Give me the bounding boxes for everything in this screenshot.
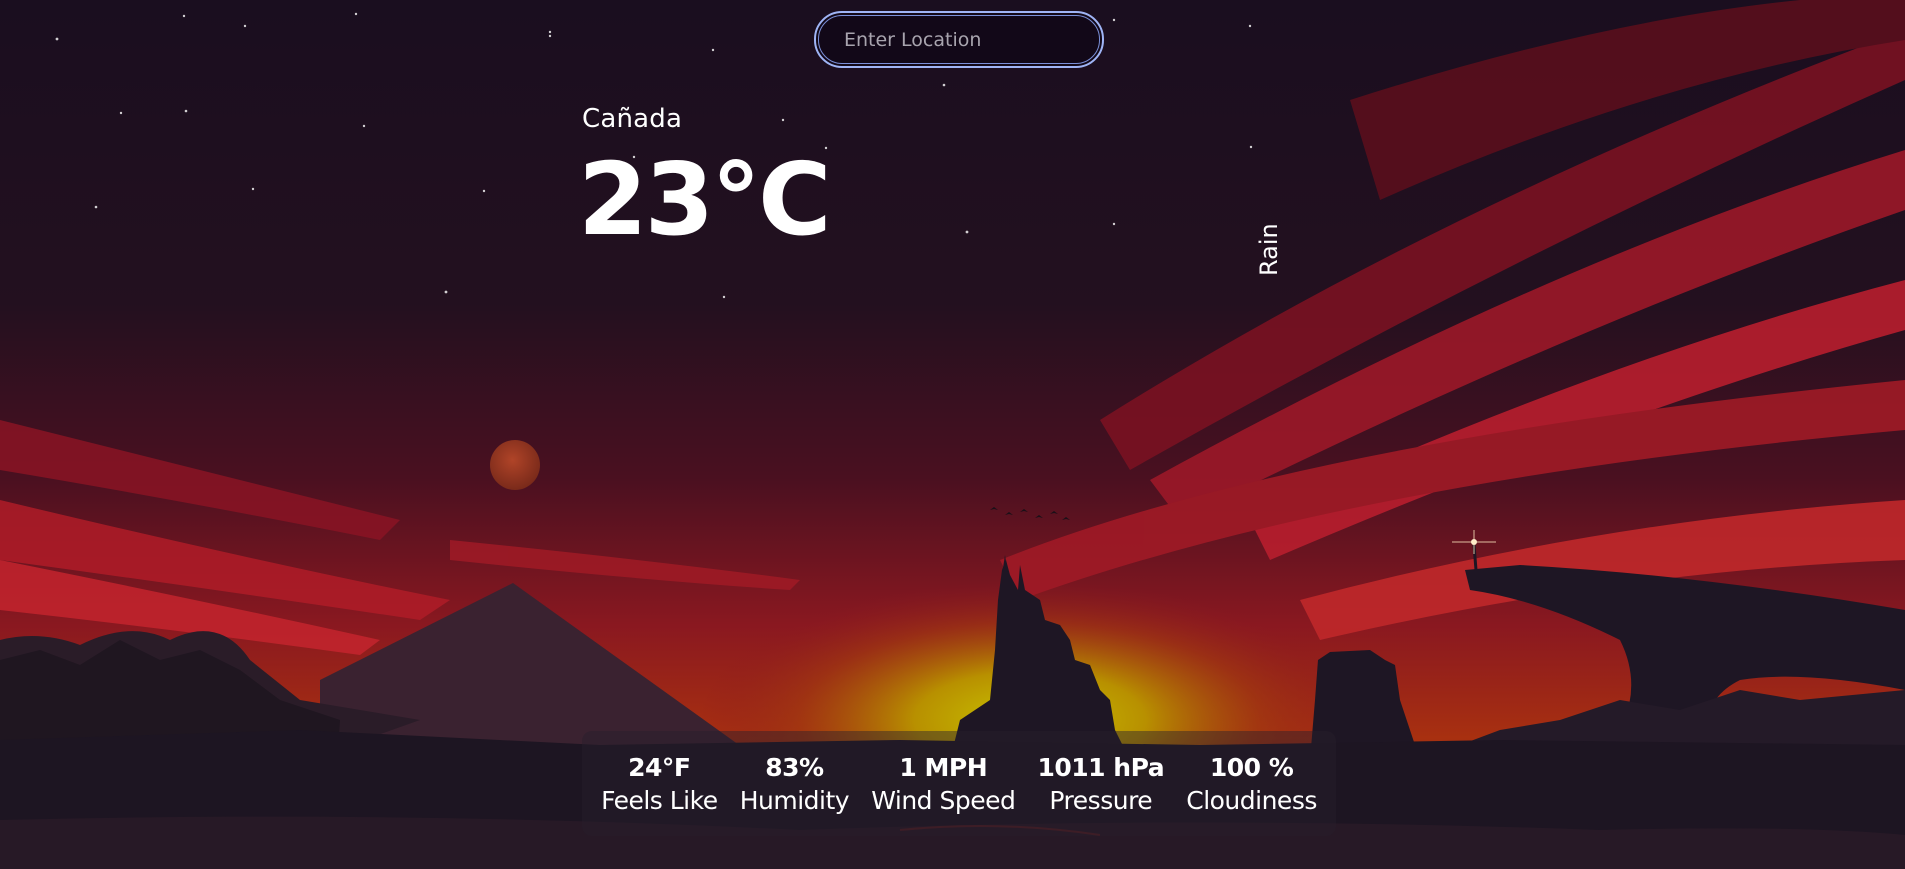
stat-label: Wind Speed (871, 785, 1016, 815)
stat-value: 100 % (1209, 752, 1294, 782)
stat-label: Pressure (1049, 785, 1153, 815)
stat-pressure: 1011 hPa Pressure (1038, 753, 1165, 815)
stat-value: 24°F (628, 752, 691, 782)
stat-value: 83% (765, 752, 824, 782)
stat-label: Humidity (739, 785, 850, 815)
stat-label: Feels Like (601, 785, 718, 815)
weather-condition: Rain (1255, 223, 1283, 276)
location-name: Cañada (582, 104, 683, 134)
stat-wind-speed: 1 MPH Wind Speed (871, 752, 1016, 815)
stat-cloudiness: 100 % Cloudiness (1186, 753, 1317, 815)
stat-humidity: 83% Humidity (739, 752, 850, 815)
stat-feels-like: 24°F Feels Like (601, 753, 718, 815)
weather-stats-panel: 24°F Feels Like 83% Humidity 1 MPH Wind … (582, 731, 1336, 836)
location-search-input[interactable] (814, 11, 1104, 68)
stat-value: 1 MPH (899, 752, 988, 782)
stat-value: 1011 hPa (1037, 752, 1165, 782)
search-bar (814, 11, 1104, 68)
current-temperature: 23°C (578, 141, 832, 258)
stat-label: Cloudiness (1186, 785, 1317, 815)
